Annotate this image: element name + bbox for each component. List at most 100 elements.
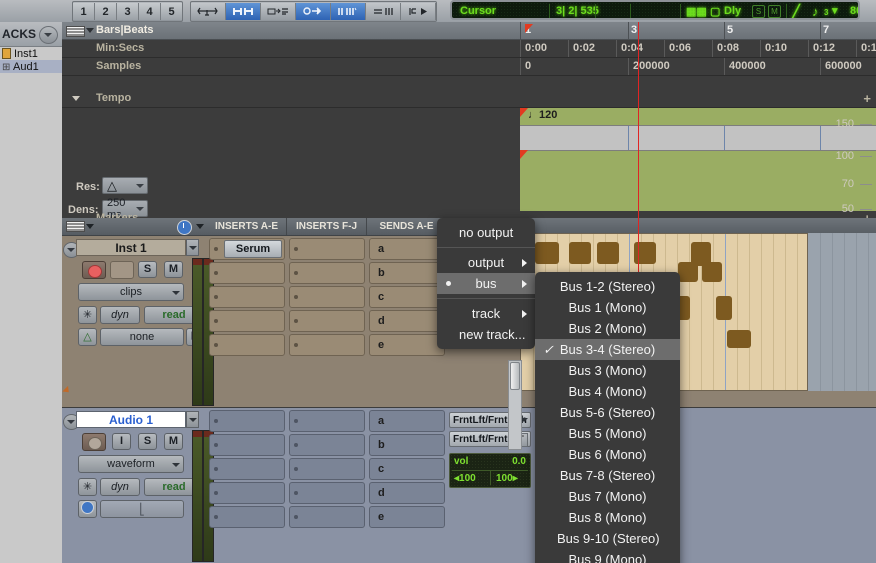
insert-slot-d[interactable] <box>209 482 285 504</box>
dynamic-transport-button[interactable]: dyn <box>100 306 140 324</box>
ruler-min-secs[interactable]: Min:Secs 0:00 0:02 0:04 0:06 0:08 0:10 0… <box>62 40 876 58</box>
mute-clear-button[interactable]: M <box>768 5 781 18</box>
insert-slot-d[interactable] <box>209 310 285 332</box>
timebase-chevron-down-icon[interactable] <box>196 224 204 229</box>
dynamic-transport-button[interactable]: dyn <box>100 478 140 496</box>
tempo-lane-body[interactable]: ♩120 150 100 70 50 Res: △ Dens: 250 ms <box>62 108 876 221</box>
ruler-chevron-down-icon[interactable] <box>86 28 94 33</box>
midi-note[interactable] <box>678 262 698 282</box>
menu-item-bus[interactable]: bus <box>437 273 535 294</box>
track-compare-icon[interactable]: ✳ <box>78 478 97 496</box>
insert-slot-g[interactable] <box>289 434 365 456</box>
send-slot-c[interactable]: c <box>369 458 445 480</box>
send-slot-e[interactable]: e <box>369 506 445 528</box>
volume-pan-display[interactable]: vol 0.0 ◂100 100▸ <box>449 453 531 488</box>
record-enable-button[interactable] <box>82 261 106 279</box>
bus-menu-item[interactable]: Bus 9 (Mono) <box>535 549 680 563</box>
ruler-samples[interactable]: Samples 0 200000 400000 600000 <box>62 58 876 76</box>
insert-slot-e[interactable] <box>209 506 285 528</box>
send-slot-c[interactable]: c <box>369 286 445 308</box>
clock-icon[interactable] <box>177 220 192 235</box>
input-selector[interactable]: none <box>100 328 184 346</box>
tempo-res-dropdown[interactable]: △ <box>102 177 148 194</box>
insert-slot-g[interactable] <box>289 262 365 284</box>
insert-slot-b[interactable] <box>209 262 285 284</box>
insert-slot-f[interactable] <box>289 238 365 260</box>
elastic-audio-icon[interactable] <box>78 500 97 518</box>
mute-button[interactable]: M <box>164 261 183 278</box>
insert-slot-j[interactable] <box>289 334 365 356</box>
output-context-menu[interactable]: no output output bus track new track... <box>437 218 535 349</box>
midi-note[interactable] <box>597 242 619 264</box>
menu-item-output[interactable]: output <box>437 252 535 273</box>
midi-note[interactable] <box>569 242 591 264</box>
zoom-preset-3[interactable]: 3 <box>117 3 139 20</box>
bus-menu-item[interactable]: Bus 7-8 (Stereo) <box>535 465 680 486</box>
send-slot-a[interactable]: a <box>369 410 445 432</box>
midi-note[interactable] <box>716 296 732 320</box>
bus-menu-item[interactable]: Bus 1-2 (Stereo) <box>535 276 680 297</box>
tab-to-transients-icon[interactable] <box>191 3 226 20</box>
tracks-list-menu-button[interactable] <box>39 26 58 44</box>
bus-menu-item[interactable]: Bus 5-6 (Stereo) <box>535 402 680 423</box>
column-header-inserts-ae[interactable]: INSERTS A-E <box>207 218 287 235</box>
send-slot-b[interactable]: b <box>369 262 445 284</box>
insert-slot-f[interactable] <box>289 410 365 432</box>
solo-button[interactable]: S <box>138 261 157 278</box>
menu-item-track[interactable]: track <box>437 303 535 324</box>
insert-slot-c[interactable] <box>209 458 285 480</box>
add-tempo-button[interactable]: + <box>863 91 871 106</box>
bars-beats-timeline[interactable]: 1 3 5 7 <box>520 22 876 39</box>
column-header-sends-ae[interactable]: SENDS A-E <box>367 218 447 235</box>
midi-note[interactable] <box>727 330 751 348</box>
instrument-plugin-icon[interactable]: △ <box>78 328 97 346</box>
insert-slot-a[interactable] <box>209 410 285 432</box>
bus-menu-item[interactable]: ✓ Bus 3-4 (Stereo) <box>535 339 680 360</box>
track-view-chevron-down-icon[interactable] <box>86 224 94 229</box>
tempo-region[interactable] <box>520 108 876 211</box>
insert-slot-j[interactable] <box>289 506 365 528</box>
track-menu-button[interactable] <box>186 411 199 428</box>
bus-menu-item[interactable]: Bus 7 (Mono) <box>535 486 680 507</box>
tempo-value[interactable]: 80 <box>850 5 858 17</box>
ruler-grip-icon[interactable] <box>66 26 85 37</box>
bus-menu-item[interactable]: Bus 4 (Mono) <box>535 381 680 402</box>
track-menu-button[interactable] <box>186 239 199 256</box>
scrollbar-thumb[interactable] <box>510 362 520 390</box>
link-timeline-edit-icon[interactable] <box>226 3 261 20</box>
insertion-follows-playback-icon[interactable] <box>296 3 331 20</box>
insert-slot-e[interactable] <box>209 334 285 356</box>
ruler-bars-beats[interactable]: Bars|Beats 1 3 5 7 <box>62 22 876 40</box>
bus-menu-item[interactable]: Bus 9-10 (Stereo) <box>535 528 680 549</box>
input-monitor-placeholder[interactable] <box>110 261 134 279</box>
menu-item-new-track[interactable]: new track... <box>437 324 535 345</box>
insert-slot-c[interactable] <box>209 286 285 308</box>
insert-slot-h[interactable] <box>289 286 365 308</box>
column-header-inserts-fj[interactable]: INSERTS F-J <box>287 218 367 235</box>
markers-follow-edit-icon[interactable] <box>401 3 436 20</box>
timebase-selector[interactable]: ⎣ <box>100 500 184 518</box>
midi-note[interactable] <box>535 242 559 264</box>
tempo-lane-header[interactable]: Tempo + <box>62 90 876 108</box>
bus-menu-item[interactable]: Bus 3 (Mono) <box>535 360 680 381</box>
insert-slot-a[interactable]: Serum <box>209 238 285 260</box>
bus-menu-item[interactable]: Bus 8 (Mono) <box>535 507 680 528</box>
insert-slot-h[interactable] <box>289 458 365 480</box>
tempo-marker-value[interactable]: ♩120 <box>528 109 557 121</box>
track-header-audio1[interactable]: Audio 1 I S M waveform ✳ dyn read ⎣ a b … <box>62 408 876 563</box>
input-monitor-button[interactable]: I <box>112 433 131 450</box>
send-slot-e[interactable]: e <box>369 334 445 356</box>
vertical-scrollbar[interactable] <box>508 360 522 450</box>
bus-menu-item[interactable]: Bus 1 (Mono) <box>535 297 680 318</box>
insert-slot-b[interactable] <box>209 434 285 456</box>
tempo-marker-flag[interactable] <box>520 108 528 117</box>
track-list-item-aud1[interactable]: ⊞ Aud1 <box>0 60 62 73</box>
track-compare-icon[interactable]: ✳ <box>78 306 97 324</box>
track-expand-icon[interactable] <box>62 385 72 396</box>
metronome-icon[interactable]: ▢ <box>710 5 720 18</box>
send-slot-d[interactable]: d <box>369 310 445 332</box>
bus-menu-item[interactable]: Bus 6 (Mono) <box>535 444 680 465</box>
track-view-selector[interactable]: waveform <box>78 455 184 473</box>
timeline-start-marker[interactable] <box>525 24 533 33</box>
track-list-item-inst1[interactable]: Inst1 <box>0 47 62 60</box>
